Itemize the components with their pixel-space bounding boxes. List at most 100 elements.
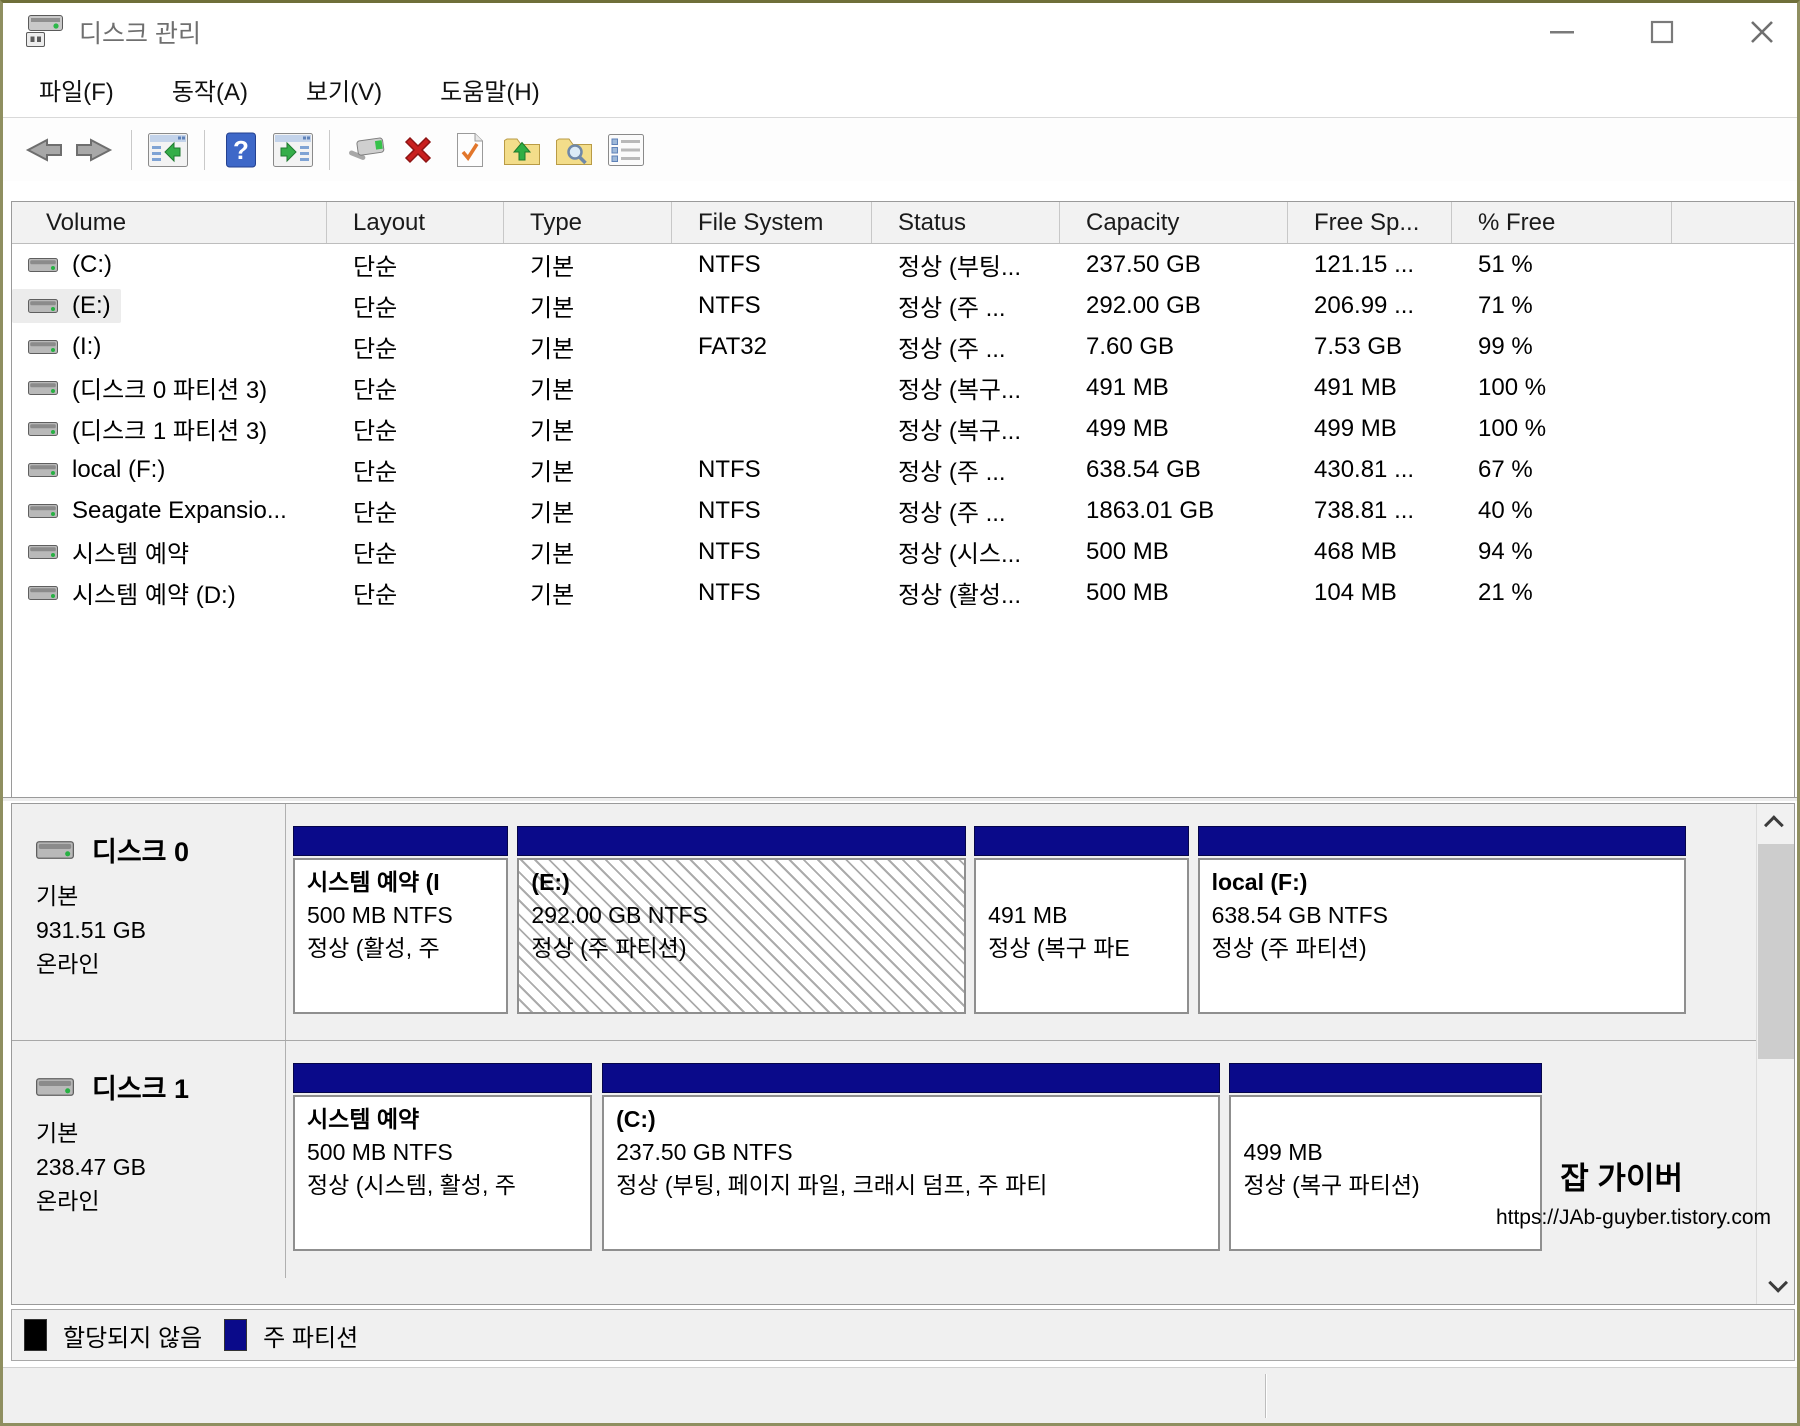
partition-box[interactable]: 시스템 예약 (I500 MB NTFS정상 (활성, 주 — [293, 858, 508, 1014]
volume-row[interactable]: Seagate Expansio...단순기본NTFS정상 (주 ...1863… — [12, 490, 1794, 531]
disk-device-icon[interactable] — [343, 127, 389, 173]
menu-item-view[interactable]: 보기(V) — [284, 66, 404, 113]
volume-free_space-cell: 491 MB — [1288, 367, 1452, 408]
volume-row[interactable]: (디스크 1 파티션 3)단순기본정상 (복구...499 MB499 MB10… — [12, 408, 1794, 449]
drive-icon — [28, 422, 58, 436]
legend-swatch — [224, 1319, 247, 1351]
show-action-pane-icon[interactable] — [270, 127, 316, 173]
partition-color-band — [1198, 826, 1687, 856]
volume-file_system-cell: FAT32 — [672, 326, 872, 367]
partition-box[interactable]: 491 MB정상 (복구 파E — [974, 858, 1188, 1014]
legend-bar: 할당되지 않음주 파티션 — [11, 1309, 1795, 1361]
chevron-down-icon — [1768, 1273, 1788, 1293]
volume-status-cell: 정상 (주 ... — [872, 449, 1060, 490]
volume-name[interactable]: (I:) — [12, 330, 111, 364]
partition-block[interactable]: (E:)292.00 GB NTFS정상 (주 파티션) — [517, 826, 966, 1014]
partition-block[interactable]: 491 MB정상 (복구 파E — [974, 826, 1188, 1014]
volume-name[interactable]: (디스크 0 파티션 3) — [12, 367, 277, 408]
volume-name[interactable]: (C:) — [12, 248, 122, 282]
scrollbar-thumb[interactable] — [1758, 844, 1794, 1059]
task-list-icon[interactable] — [603, 127, 649, 173]
volume-name[interactable]: 시스템 예약 — [12, 531, 199, 572]
column-header-empty[interactable] — [1672, 202, 1794, 243]
selected-volume[interactable]: (E:) — [12, 289, 121, 323]
volume-name[interactable]: Seagate Expansio... — [12, 494, 297, 528]
drive-icon — [28, 299, 58, 313]
disk-row: 디스크 1기본238.47 GB온라인시스템 예약500 MB NTFS정상 (… — [12, 1041, 1756, 1278]
partition-block[interactable]: 499 MB정상 (복구 파티션) — [1229, 1063, 1541, 1251]
volume-capacity-cell: 1863.01 GB — [1060, 490, 1288, 531]
column-header-volume[interactable]: Volume — [12, 202, 327, 243]
partition-block[interactable]: local (F:)638.54 GB NTFS정상 (주 파티션) — [1198, 826, 1687, 1014]
back-icon[interactable] — [20, 127, 66, 173]
volume-free_space-cell: 499 MB — [1288, 408, 1452, 449]
volume-name-cell: (I:) — [12, 326, 327, 367]
partition-box[interactable]: 499 MB정상 (복구 파티션) — [1229, 1095, 1541, 1251]
scroll-up-button[interactable] — [1757, 804, 1795, 842]
disk-info-line: 온라인 — [36, 1184, 285, 1218]
volume-row[interactable]: (E:)단순기본NTFS정상 (주 ...292.00 GB206.99 ...… — [12, 285, 1794, 326]
partition-size: 638.54 GB NTFS — [1212, 899, 1685, 932]
volume-label: (E:) — [72, 292, 111, 320]
disk-name: 디스크 0 — [92, 830, 189, 869]
column-header-file-system[interactable]: File System — [672, 202, 872, 243]
menu-item-help[interactable]: 도움말(H) — [418, 66, 562, 113]
volume-row[interactable]: (I:)단순기본FAT32정상 (주 ...7.60 GB7.53 GB99 % — [12, 326, 1794, 367]
menu-item-file[interactable]: 파일(F) — [17, 66, 136, 113]
column-header-%-free[interactable]: % Free — [1452, 202, 1672, 243]
help-icon[interactable]: ? — [218, 127, 264, 173]
volume-type-cell: 기본 — [504, 490, 672, 531]
volume-row[interactable]: 시스템 예약단순기본NTFS정상 (시스...500 MB468 MB94 % — [12, 531, 1794, 572]
minimize-button[interactable] — [1539, 11, 1585, 53]
partition-status: 정상 (활성, 주 — [307, 932, 506, 965]
volume-name[interactable]: local (F:) — [12, 453, 175, 487]
close-button[interactable] — [1739, 11, 1785, 53]
partition-title: local (F:) — [1212, 866, 1685, 899]
column-header-layout[interactable]: Layout — [327, 202, 504, 243]
partition-box[interactable]: (C:)237.50 GB NTFS정상 (부팅, 페이지 파일, 크래시 덤프… — [602, 1095, 1219, 1251]
disk-info-line: 238.47 GB — [36, 1150, 285, 1184]
volume-row[interactable]: (디스크 0 파티션 3)단순기본정상 (복구...491 MB491 MB10… — [12, 367, 1794, 408]
legend-item: 할당되지 않음 — [24, 1318, 202, 1353]
column-header-type[interactable]: Type — [504, 202, 672, 243]
column-header-status[interactable]: Status — [872, 202, 1060, 243]
partition-block[interactable]: 시스템 예약 (I500 MB NTFS정상 (활성, 주 — [293, 826, 508, 1014]
volume-capacity-cell: 491 MB — [1060, 367, 1288, 408]
check-document-icon[interactable] — [447, 127, 493, 173]
volume-name[interactable]: 시스템 예약 (D:) — [12, 572, 246, 613]
volume-file_system-cell: NTFS — [672, 449, 872, 490]
volume-free_space-cell: 104 MB — [1288, 572, 1452, 613]
disk-info-line: 기본 — [36, 1116, 285, 1150]
disk-label[interactable]: 디스크 1기본238.47 GB온라인 — [12, 1041, 286, 1278]
volume-row[interactable]: 시스템 예약 (D:)단순기본NTFS정상 (활성...500 MB104 MB… — [12, 572, 1794, 613]
partition-box-selected[interactable]: (E:)292.00 GB NTFS정상 (주 파티션) — [517, 858, 966, 1014]
volume-label: local (F:) — [72, 456, 165, 484]
volume-empty-cell — [1672, 367, 1794, 408]
volume-name-cell: (C:) — [12, 244, 327, 285]
maximize-button[interactable] — [1639, 11, 1685, 53]
partition-block[interactable]: (C:)237.50 GB NTFS정상 (부팅, 페이지 파일, 크래시 덤프… — [602, 1063, 1219, 1251]
forward-icon[interactable] — [72, 127, 118, 173]
folder-import-icon[interactable] — [499, 127, 545, 173]
volume-type-cell: 기본 — [504, 285, 672, 326]
menu-item-action[interactable]: 동작(A) — [150, 66, 270, 113]
volume-free_space-cell: 430.81 ... — [1288, 449, 1452, 490]
column-header-free-sp-[interactable]: Free Sp... — [1288, 202, 1452, 243]
volume-row[interactable]: (C:)단순기본NTFS정상 (부팅...237.50 GB121.15 ...… — [12, 244, 1794, 285]
delete-volume-icon[interactable] — [395, 127, 441, 173]
column-header-capacity[interactable]: Capacity — [1060, 202, 1288, 243]
disk-label[interactable]: 디스크 0기본931.51 GB온라인 — [12, 804, 286, 1040]
partition-title: 시스템 예약 (I — [307, 866, 506, 899]
window-title: 디스크 관리 — [79, 14, 201, 50]
folder-search-icon[interactable] — [551, 127, 597, 173]
partition-box[interactable]: local (F:)638.54 GB NTFS정상 (주 파티션) — [1198, 858, 1687, 1014]
show-console-tree-icon[interactable] — [145, 127, 191, 173]
partition-block[interactable]: 시스템 예약500 MB NTFS정상 (시스템, 활성, 주 — [293, 1063, 592, 1251]
volume-name[interactable]: (디스크 1 파티션 3) — [12, 408, 277, 449]
volume-pct_free-cell: 51 % — [1452, 244, 1672, 285]
pane-splitter[interactable] — [3, 797, 1797, 801]
volume-empty-cell — [1672, 326, 1794, 367]
volume-row[interactable]: local (F:)단순기본NTFS정상 (주 ...638.54 GB430.… — [12, 449, 1794, 490]
scroll-down-button[interactable] — [1757, 1266, 1795, 1304]
partition-box[interactable]: 시스템 예약500 MB NTFS정상 (시스템, 활성, 주 — [293, 1095, 592, 1251]
